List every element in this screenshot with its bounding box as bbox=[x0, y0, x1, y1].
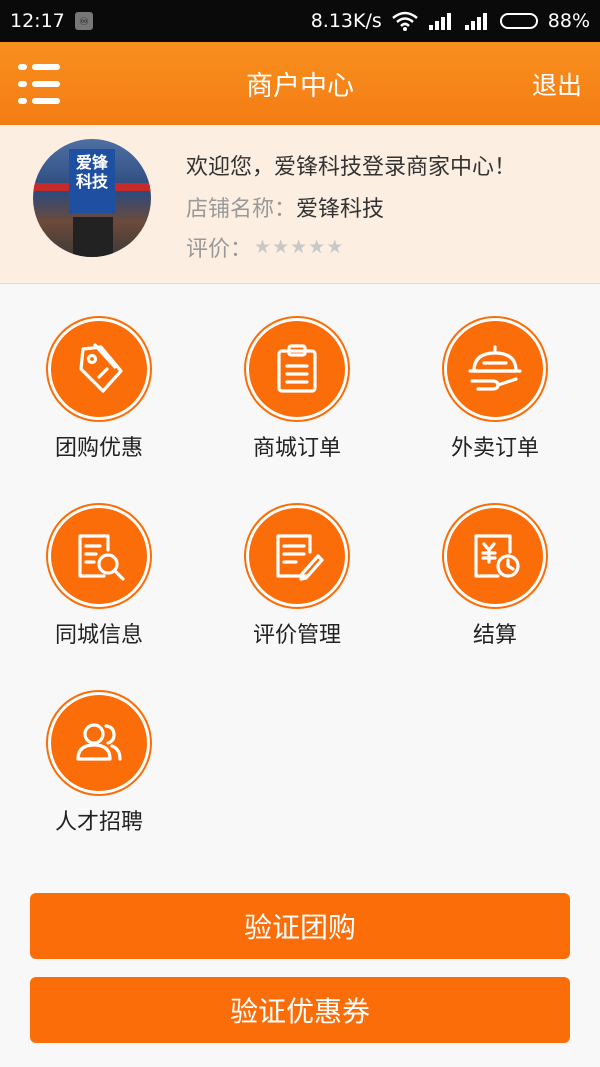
menu-item-settlement[interactable]: 结算 bbox=[396, 505, 594, 665]
logout-button[interactable]: 退出 bbox=[532, 66, 582, 102]
star-icon: ★ bbox=[272, 235, 290, 258]
people-icon bbox=[48, 692, 150, 794]
clipboard-icon bbox=[246, 318, 348, 420]
shop-name-row: 店铺名称：爱锋科技 bbox=[186, 191, 384, 223]
shop-avatar[interactable]: 爱锋科技 bbox=[33, 139, 151, 257]
signal-icon-2 bbox=[464, 11, 490, 31]
menu-item-mall-orders[interactable]: 商城订单 bbox=[198, 318, 396, 478]
menu-label-settlement: 结算 bbox=[472, 623, 517, 648]
star-icon: ★ bbox=[326, 235, 344, 258]
bill-clock-icon bbox=[444, 505, 546, 607]
rating-row: 评价： ★ ★ ★ ★ ★ bbox=[186, 231, 343, 263]
avatar-door bbox=[73, 217, 113, 257]
menu-item-takeout-orders[interactable]: 外卖订单 bbox=[396, 318, 594, 478]
star-icon: ★ bbox=[308, 235, 326, 258]
document-search-icon bbox=[48, 505, 150, 607]
merchant-profile: 爱锋科技 欢迎您，爱锋科技登录商家中心！ 店铺名称：爱锋科技 评价： ★ ★ ★ ★ ★ bbox=[0, 125, 600, 284]
rating-stars: ★ ★ ★ ★ ★ bbox=[254, 235, 344, 258]
menu-item-local-info[interactable]: 同城信息 bbox=[0, 505, 198, 665]
verify-group-buy-button[interactable]: 验证团购 bbox=[30, 893, 570, 959]
menu-label-recruitment: 人才招聘 bbox=[54, 810, 143, 835]
menu-label-local-info: 同城信息 bbox=[54, 623, 143, 648]
status-time: 12:17 bbox=[10, 10, 65, 32]
food-cloche-icon bbox=[444, 318, 546, 420]
menu-item-review-management[interactable]: 评价管理 bbox=[198, 505, 396, 665]
wifi-icon bbox=[391, 11, 418, 31]
battery-percent: 88% bbox=[547, 10, 590, 32]
notification-icon: ♾ bbox=[74, 12, 93, 30]
signal-icon-1 bbox=[428, 11, 454, 31]
verify-coupon-button[interactable]: 验证优惠券 bbox=[30, 977, 570, 1043]
menu-label-group-buy: 团购优惠 bbox=[54, 436, 143, 461]
welcome-text: 欢迎您，爱锋科技登录商家中心！ bbox=[186, 155, 517, 180]
tag-icon bbox=[48, 318, 150, 420]
menu-label-takeout-orders: 外卖订单 bbox=[450, 436, 539, 461]
status-left: 12:17 ♾ bbox=[10, 10, 93, 32]
page-title: 商户中心 bbox=[246, 71, 354, 102]
menu-label-mall-orders: 商城订单 bbox=[252, 436, 341, 461]
avatar-shop-sign: 爱锋科技 bbox=[69, 149, 115, 213]
battery-icon bbox=[499, 13, 538, 29]
star-icon: ★ bbox=[254, 235, 272, 258]
menu-item-recruitment[interactable]: 人才招聘 bbox=[0, 692, 198, 852]
shop-name-label: 店铺名称： bbox=[186, 197, 297, 222]
menu-item-group-buy[interactable]: 团购优惠 bbox=[0, 318, 198, 478]
menu-label-review-management: 评价管理 bbox=[252, 623, 341, 648]
app-header: 商户中心 退出 bbox=[0, 42, 600, 125]
shop-name-value: 爱锋科技 bbox=[296, 197, 385, 222]
rating-label: 评价： bbox=[186, 237, 253, 262]
network-speed: 8.13K/s bbox=[310, 10, 382, 32]
status-right: 8.13K/s 88% bbox=[311, 10, 590, 32]
star-icon: ★ bbox=[290, 235, 308, 258]
document-edit-icon bbox=[246, 505, 348, 607]
status-bar: 12:17 ♾ 8.13K/s 88% bbox=[0, 0, 600, 42]
